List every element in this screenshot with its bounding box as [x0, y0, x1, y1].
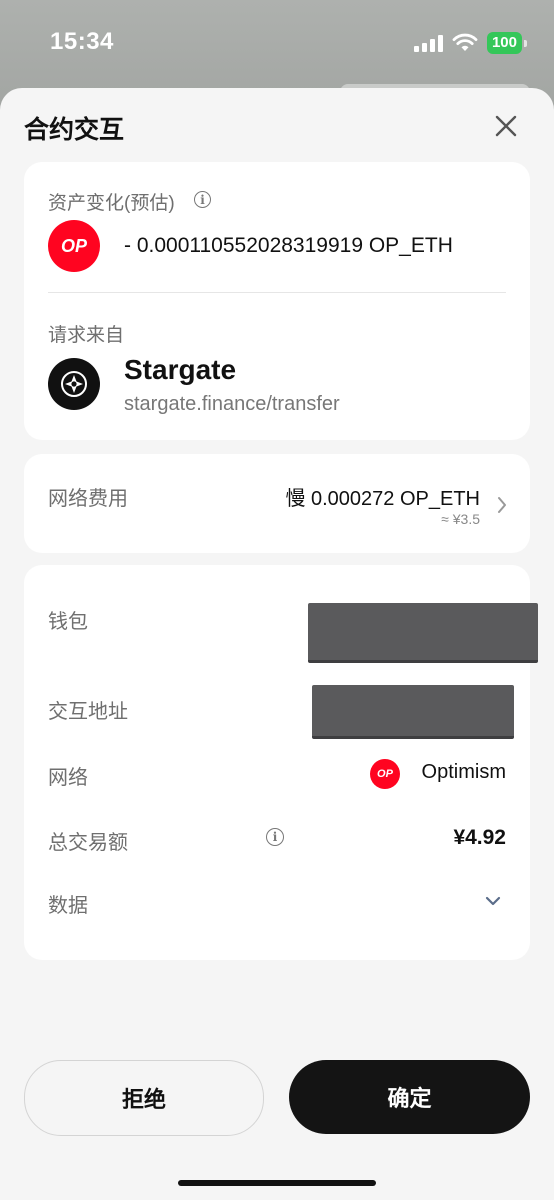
battery-icon: 100: [486, 32, 528, 54]
stargate-logo-icon: [48, 358, 100, 410]
contract-interaction-sheet: 合约交互 资产变化(预估) i OP - 0.00011055202831991…: [0, 88, 554, 1200]
total-amount-label: 总交易额: [48, 832, 128, 854]
network-value: Optimism: [421, 761, 506, 783]
details-card: 钱包 交互地址 网络 OP Optimism 总交易额 i ¥4.92 数据: [24, 565, 538, 960]
dapp-url[interactable]: stargate.finance/transfer: [124, 393, 340, 416]
network-fee-value: 慢 0.000272 OP_ETH: [285, 488, 480, 510]
total-info-icon[interactable]: i: [266, 828, 284, 846]
status-icons: 100: [413, 32, 528, 54]
close-button[interactable]: [494, 114, 518, 138]
home-indicator: [178, 1180, 376, 1186]
request-from-label: 请求来自: [48, 325, 125, 346]
wallet-address-masked: [308, 603, 538, 663]
chevron-right-icon[interactable]: [496, 496, 508, 514]
info-icon[interactable]: i: [194, 191, 211, 208]
wifi-icon: [452, 33, 478, 51]
op-token-icon: OP: [48, 220, 100, 272]
wallet-label: 钱包: [48, 611, 88, 633]
asset-change-label: 资产变化(预估): [48, 193, 175, 214]
close-icon: [495, 115, 517, 137]
network-fee-label: 网络费用: [48, 488, 128, 510]
signal-icon: [413, 34, 443, 52]
asset-change-amount: - 0.000110552028319919 OP_ETH: [124, 234, 453, 257]
network-label: 网络: [48, 767, 88, 789]
contract-address-label: 交互地址: [48, 701, 128, 723]
dapp-name: Stargate: [124, 354, 237, 385]
chevron-down-icon[interactable]: [484, 895, 502, 907]
total-amount-value: ¥4.92: [453, 826, 506, 849]
network-fee-card[interactable]: 网络费用 慢 0.000272 OP_ETH ≈ ¥3.5: [24, 454, 530, 553]
optimism-icon: OP: [370, 759, 400, 789]
data-label: 数据: [48, 895, 88, 917]
confirm-button[interactable]: 确定: [289, 1060, 530, 1134]
status-time: 15:34: [50, 28, 114, 55]
contract-address-masked: [312, 685, 514, 739]
divider: [48, 292, 506, 293]
sheet-title: 合约交互: [24, 116, 125, 144]
summary-card: 资产变化(预估) i OP - 0.000110552028319919 OP_…: [24, 162, 530, 440]
network-fee-fiat: ≈ ¥3.5: [441, 511, 480, 527]
reject-button[interactable]: 拒绝: [24, 1060, 264, 1136]
